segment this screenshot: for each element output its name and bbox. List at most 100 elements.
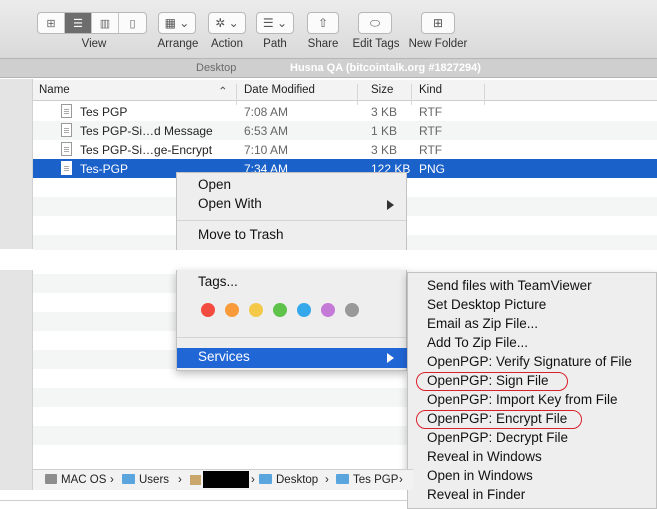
- icon-view-icon[interactable]: ⊞: [38, 13, 65, 33]
- service-openpgp-decrypt[interactable]: OpenPGP: Decrypt File: [427, 430, 568, 445]
- file-row[interactable]: Tes PGP-Si…ge-Encrypt 7:10 AM 3 KB RTF: [33, 140, 657, 159]
- arrange-button[interactable]: ▦ ⌄: [158, 12, 196, 34]
- breadcrumb-sep: ›: [110, 474, 114, 486]
- edit-tags-label: Edit Tags: [352, 38, 400, 50]
- edit-tags-button[interactable]: ⬭: [358, 12, 392, 34]
- breadcrumb-drive[interactable]: MAC OS: [45, 474, 106, 486]
- redacted-username: [203, 471, 249, 488]
- tag-gray-dot[interactable]: [345, 303, 359, 317]
- file-row[interactable]: Tes PGP 7:08 AM 3 KB RTF: [33, 102, 657, 121]
- path-icon: ☰ ⌄: [262, 16, 288, 30]
- breadcrumb-sep: ›: [178, 474, 182, 486]
- breadcrumb-folder[interactable]: Tes PGP: [336, 474, 398, 486]
- folder-icon: [259, 474, 272, 484]
- new-folder-button[interactable]: ⊞: [421, 12, 455, 34]
- document-icon: [61, 142, 72, 156]
- sidebar-edge-lower: [0, 270, 33, 500]
- file-name: Tes-PGP: [80, 162, 129, 176]
- tag-blue-dot[interactable]: [297, 303, 311, 317]
- service-teamviewer[interactable]: Send files with TeamViewer: [427, 278, 592, 293]
- file-kind: PNG: [419, 162, 446, 176]
- column-header: Name ⌃ Date Modified Size Kind: [33, 80, 657, 105]
- folder-icon: [122, 474, 135, 484]
- menu-open-with[interactable]: Open With: [198, 196, 262, 211]
- column-kind[interactable]: Kind: [419, 84, 442, 96]
- file-size: 3 KB: [371, 105, 398, 119]
- tag-green-dot[interactable]: [273, 303, 287, 317]
- share-icon: ⇧: [317, 16, 329, 30]
- bottom-divider: [0, 500, 407, 501]
- services-submenu: Send files with TeamViewer Set Desktop P…: [407, 272, 657, 509]
- file-kind: RTF: [419, 105, 443, 119]
- share-label: Share: [307, 38, 339, 50]
- window-title-bar: Desktop Husna QA (bitcointalk.org #18272…: [0, 58, 657, 78]
- highlight-oval-encrypt: [416, 410, 582, 429]
- column-size[interactable]: Size: [371, 84, 393, 96]
- column-name[interactable]: Name: [39, 84, 70, 96]
- context-menu: Open Open With Move to Trash: [176, 172, 407, 250]
- menu-open[interactable]: Open: [198, 177, 231, 192]
- sidebar-edge: [0, 79, 33, 249]
- service-reveal-in-finder[interactable]: Reveal in Finder: [427, 487, 525, 502]
- watermark-text: Husna QA (bitcointalk.org #1827294): [290, 62, 481, 74]
- cover-flow-icon[interactable]: ▯: [119, 13, 146, 33]
- menu-services[interactable]: Services: [198, 349, 250, 364]
- toolbar: ⊞ ☰ ▥ ▯ View ▦ ⌄ Arrange ✲ ⌄ Action ☰ ⌄ …: [0, 0, 657, 58]
- file-kind: RTF: [419, 124, 443, 138]
- tag-yellow-dot[interactable]: [249, 303, 263, 317]
- breadcrumb-home[interactable]: [190, 471, 249, 488]
- tag-purple-dot[interactable]: [321, 303, 335, 317]
- service-open-in-windows[interactable]: Open in Windows: [427, 468, 533, 483]
- file-name: Tes PGP: [80, 105, 128, 119]
- tag-icon: ⬭: [369, 15, 381, 30]
- service-reveal-in-windows[interactable]: Reveal in Windows: [427, 449, 542, 464]
- home-icon: [190, 475, 201, 485]
- path-label: Path: [263, 38, 287, 50]
- context-menu-lower: Tags... Services: [176, 270, 408, 371]
- file-size: 3 KB: [371, 143, 398, 157]
- image-file-icon: [61, 161, 72, 175]
- breadcrumb: MAC OS › Users › › Desktop › Tes PGP ›: [33, 469, 413, 490]
- new-folder-label: New Folder: [408, 38, 468, 50]
- file-date: 7:10 AM: [244, 143, 289, 157]
- breadcrumb-sep: ›: [251, 474, 255, 486]
- location-title: Desktop: [196, 62, 237, 74]
- breadcrumb-users[interactable]: Users: [122, 474, 169, 486]
- view-segmented-control[interactable]: ⊞ ☰ ▥ ▯: [37, 12, 147, 34]
- view-label: View: [81, 38, 107, 50]
- submenu-arrow-icon: [387, 353, 394, 363]
- file-list: Tes PGP 7:08 AM 3 KB RTF Tes PGP-Si…d Me…: [33, 102, 657, 178]
- file-date: 7:08 AM: [244, 105, 289, 119]
- service-add-to-zip[interactable]: Add To Zip File...: [427, 335, 528, 350]
- service-openpgp-verify[interactable]: OpenPGP: Verify Signature of File: [427, 354, 632, 369]
- file-kind: RTF: [419, 143, 443, 157]
- file-date: 6:53 AM: [244, 124, 289, 138]
- service-email-zip[interactable]: Email as Zip File...: [427, 316, 538, 331]
- service-set-desktop-picture[interactable]: Set Desktop Picture: [427, 297, 546, 312]
- column-view-icon[interactable]: ▥: [92, 13, 119, 33]
- sort-chevron-icon[interactable]: ⌃: [218, 84, 228, 98]
- file-row[interactable]: Tes PGP-Si…d Message 6:53 AM 1 KB RTF: [33, 121, 657, 140]
- screenshot-divider: [0, 250, 657, 270]
- tag-orange-dot[interactable]: [225, 303, 239, 317]
- arrange-icon: ▦ ⌄: [164, 16, 190, 30]
- file-name: Tes PGP-Si…ge-Encrypt: [80, 143, 213, 157]
- path-button[interactable]: ☰ ⌄: [256, 12, 294, 34]
- service-openpgp-import[interactable]: OpenPGP: Import Key from File: [427, 392, 618, 407]
- list-view-icon[interactable]: ☰: [65, 13, 92, 33]
- arrange-label: Arrange: [157, 38, 199, 50]
- column-date-modified[interactable]: Date Modified: [244, 84, 315, 96]
- action-button[interactable]: ✲ ⌄: [208, 12, 246, 34]
- action-label: Action: [211, 38, 243, 50]
- menu-tags[interactable]: Tags...: [198, 274, 238, 289]
- tag-red-dot[interactable]: [201, 303, 215, 317]
- file-size: 1 KB: [371, 124, 398, 138]
- breadcrumb-desktop[interactable]: Desktop: [259, 474, 318, 486]
- folder-icon: [336, 474, 349, 484]
- menu-move-to-trash[interactable]: Move to Trash: [198, 227, 284, 242]
- hard-drive-icon: [45, 474, 57, 484]
- document-icon: [61, 104, 72, 118]
- new-folder-icon: ⊞: [432, 16, 444, 30]
- highlight-oval-sign: [416, 372, 568, 391]
- share-button[interactable]: ⇧: [307, 12, 339, 34]
